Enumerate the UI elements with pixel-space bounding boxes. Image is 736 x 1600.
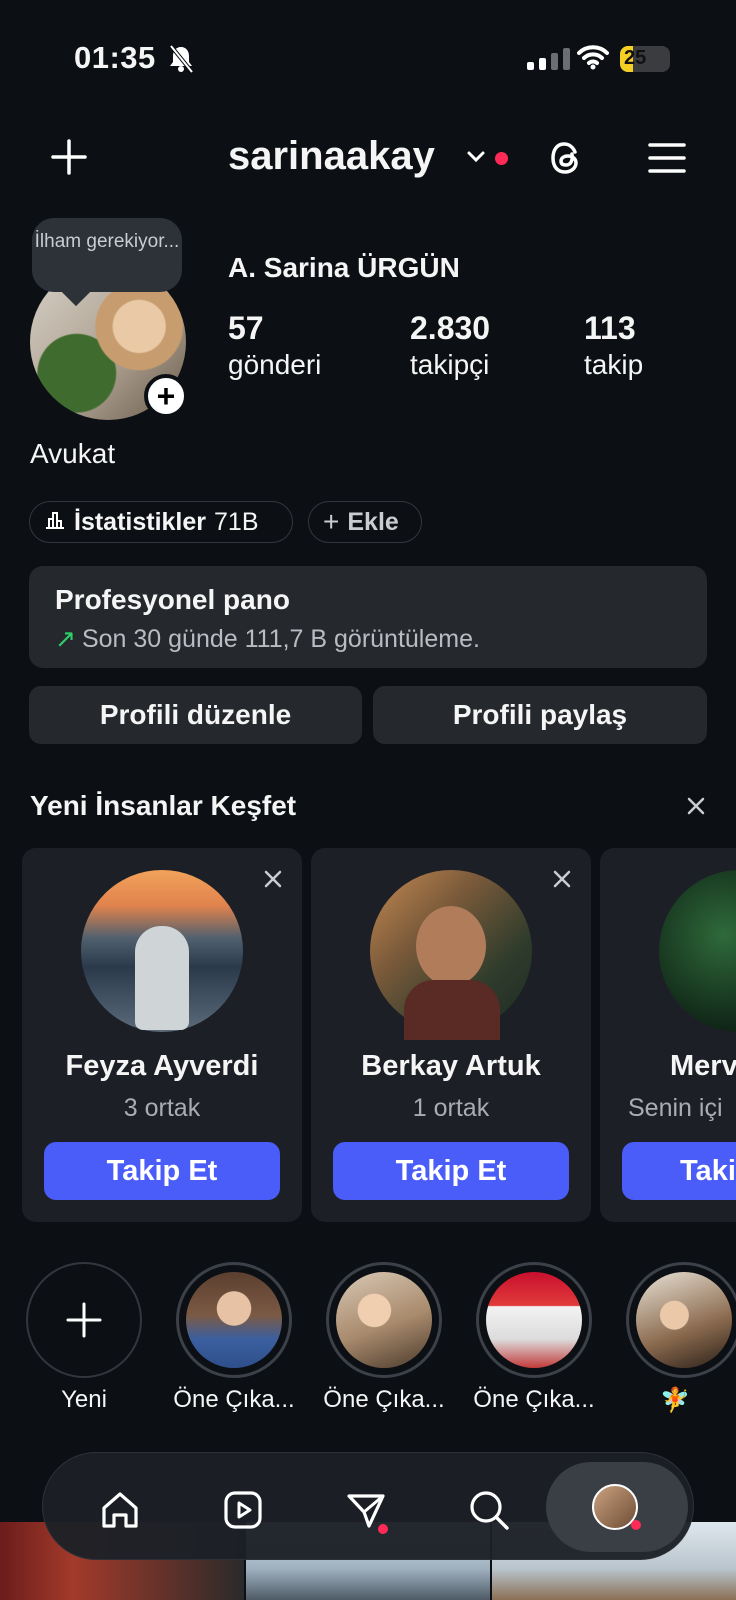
highlight-cover: [336, 1272, 432, 1368]
follow-button[interactable]: Takip Et: [333, 1142, 569, 1200]
stat-label: takip: [584, 349, 644, 380]
create-plus-icon[interactable]: [50, 138, 88, 181]
dashboard-subtitle-text: Son 30 günde 111,7 B görüntüleme.: [81, 625, 480, 653]
insights-label: İstatistikler: [74, 507, 207, 536]
reels-icon[interactable]: [213, 1480, 273, 1540]
highlight-label: Öne Çıka...: [473, 1386, 595, 1413]
profile-full-name: A. Sarina ÜRGÜN: [228, 252, 460, 283]
add-chip[interactable]: + Ekle: [308, 501, 422, 543]
home-icon[interactable]: [90, 1480, 150, 1540]
new-highlight-label: Yeni: [61, 1386, 107, 1413]
story-highlight[interactable]: [476, 1262, 592, 1378]
insights-chip[interactable]: İstatistikler 71B: [29, 501, 293, 543]
suggested-person-card[interactable]: Feyza Ayverdi 3 ortak Takip Et: [22, 848, 302, 1222]
threads-icon[interactable]: [548, 138, 586, 183]
suggested-person-card[interactable]: Merv Senin içi Taki: [600, 848, 736, 1222]
new-highlight-button[interactable]: [26, 1262, 142, 1378]
status-time: 01:35: [74, 40, 156, 75]
battery-icon: 25: [620, 46, 670, 72]
insights-count: 71B: [214, 507, 259, 536]
edit-profile-button[interactable]: Profili düzenle: [29, 686, 362, 744]
stat-followers[interactable]: 2.830 takipçi: [410, 310, 490, 381]
dismiss-close-icon[interactable]: [553, 870, 571, 893]
share-profile-button[interactable]: Profili paylaş: [373, 686, 707, 744]
wifi-icon: [577, 44, 609, 75]
profile-bio: Avukat: [30, 438, 116, 469]
highlight-cover: [636, 1272, 732, 1368]
suggested-person-card[interactable]: Berkay Artuk 1 ortak Takip Et: [311, 848, 591, 1222]
stat-label: gönderi: [228, 349, 322, 380]
silent-bell-icon: [168, 44, 194, 79]
person-subtitle: 1 ortak: [412, 1094, 490, 1122]
close-icon[interactable]: [686, 796, 706, 821]
chevron-down-icon[interactable]: [466, 150, 486, 169]
follow-button[interactable]: Taki: [622, 1142, 736, 1200]
profile-notification-dot: [631, 1520, 641, 1530]
person-photo[interactable]: [659, 870, 736, 1032]
direct-message-icon[interactable]: [336, 1480, 396, 1540]
person-subtitle: 3 ortak: [123, 1094, 201, 1122]
trend-up-arrow-icon: ↗: [55, 625, 76, 653]
story-highlight[interactable]: [626, 1262, 736, 1378]
person-name[interactable]: Feyza Ayverdi: [22, 1050, 302, 1083]
notification-dot: [495, 152, 508, 165]
professional-dashboard-card[interactable]: Profesyonel pano ↗ Son 30 günde 111,7 B g…: [29, 566, 707, 668]
person-subtitle: Senin içi: [628, 1094, 723, 1122]
dashboard-title: Profesyonel pano: [55, 584, 290, 615]
highlight-cover: [486, 1272, 582, 1368]
plus-icon: +: [323, 506, 340, 537]
note-bubble[interactable]: İlham gerekiyor...: [32, 218, 182, 292]
follow-button[interactable]: Takip Et: [44, 1142, 280, 1200]
highlight-label: Öne Çıka...: [323, 1386, 445, 1413]
person-name[interactable]: Merv: [670, 1050, 736, 1083]
cellular-signal-icon: [527, 48, 570, 70]
highlight-cover: [186, 1272, 282, 1368]
search-icon[interactable]: [459, 1480, 519, 1540]
stat-value: 2.830: [410, 310, 491, 346]
battery-percent: 25: [624, 47, 647, 69]
dismiss-close-icon[interactable]: [264, 870, 282, 893]
stat-posts[interactable]: 57 gönderi: [228, 310, 321, 381]
person-name[interactable]: Berkay Artuk: [311, 1050, 591, 1083]
story-highlight[interactable]: [176, 1262, 292, 1378]
stat-value: 57: [228, 310, 264, 346]
stat-following[interactable]: 113 takip: [584, 310, 643, 381]
add-story-plus-icon[interactable]: +: [144, 374, 188, 418]
hamburger-menu-icon[interactable]: [648, 142, 686, 179]
plus-icon: [66, 1302, 102, 1338]
unread-dot: [378, 1524, 388, 1534]
stat-label: takipçi: [410, 349, 490, 380]
person-photo[interactable]: [370, 870, 532, 1040]
account-username[interactable]: sarinaakay: [228, 134, 435, 179]
highlight-label: 🧚: [660, 1387, 690, 1414]
story-highlight[interactable]: [326, 1262, 442, 1378]
person-photo[interactable]: [81, 870, 243, 1032]
bar-chart-icon: [44, 508, 66, 537]
discover-people-title: Yeni İnsanlar Keşfet: [30, 790, 297, 821]
stat-value: 113: [584, 310, 636, 346]
dashboard-subtitle: ↗ Son 30 günde 111,7 B görüntüleme.: [55, 624, 480, 654]
add-label: Ekle: [347, 507, 399, 536]
highlight-label: Öne Çıka...: [173, 1386, 295, 1413]
